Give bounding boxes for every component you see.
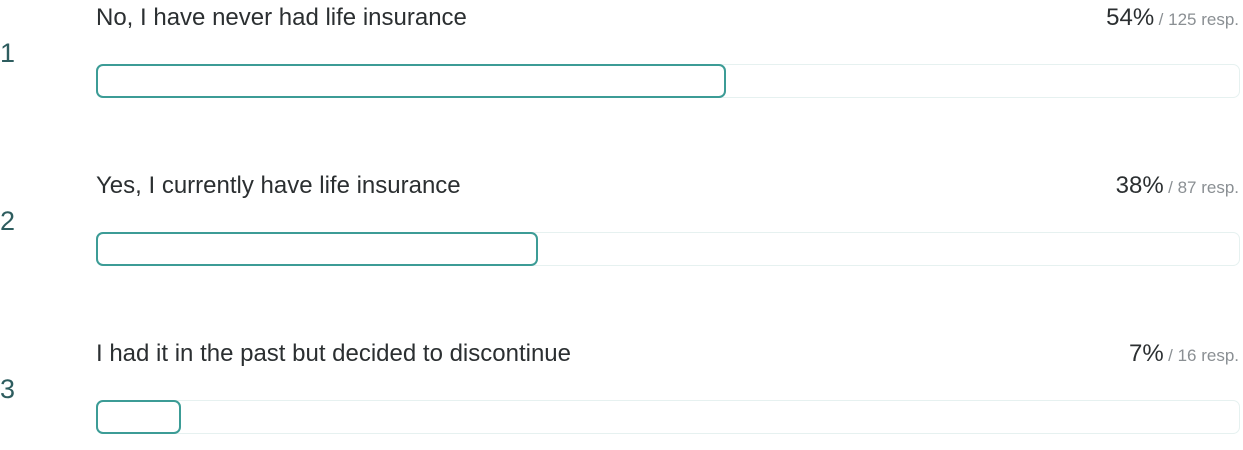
result-bar-track bbox=[96, 64, 1240, 98]
result-bar-track bbox=[96, 400, 1240, 434]
poll-results-list: 1 No, I have never had life insurance 54… bbox=[0, 0, 1243, 434]
result-bar-track bbox=[96, 232, 1240, 266]
result-label: Yes, I currently have life insurance bbox=[96, 172, 461, 199]
result-row: 1 No, I have never had life insurance 54… bbox=[0, 4, 1243, 114]
result-rank: 2 bbox=[0, 206, 16, 236]
result-bar-fill bbox=[96, 400, 181, 434]
result-rank: 3 bbox=[0, 374, 16, 404]
result-label: I had it in the past but decided to disc… bbox=[96, 340, 571, 367]
result-bar-fill bbox=[96, 232, 538, 266]
result-rank: 1 bbox=[0, 38, 16, 68]
result-row: 3 I had it in the past but decided to di… bbox=[0, 340, 1243, 450]
result-stats: 38% / 87 resp. bbox=[1116, 172, 1239, 200]
result-percent: 54% bbox=[1106, 4, 1155, 31]
result-percent: 38% bbox=[1115, 172, 1164, 199]
result-label: No, I have never had life insurance bbox=[96, 4, 467, 31]
result-stats: 54% / 125 resp. bbox=[1106, 4, 1239, 32]
result-responses: / 87 resp. bbox=[1168, 178, 1239, 197]
result-responses: / 125 resp. bbox=[1158, 10, 1239, 29]
result-responses: / 16 resp. bbox=[1168, 346, 1239, 365]
result-bar-fill bbox=[96, 64, 726, 98]
result-row: 2 Yes, I currently have life insurance 3… bbox=[0, 172, 1243, 282]
result-stats: 7% / 16 resp. bbox=[1129, 340, 1239, 368]
result-percent: 7% bbox=[1128, 340, 1164, 367]
